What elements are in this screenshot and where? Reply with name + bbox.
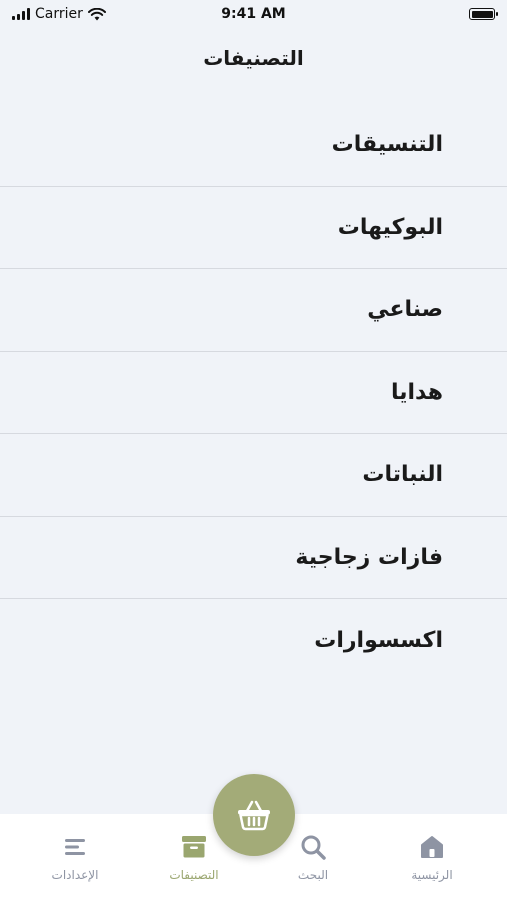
category-list: التنسيقات البوكيهات صناعي هدايا النباتات… bbox=[0, 104, 507, 682]
tab-settings-label: الإعدادات bbox=[51, 868, 99, 882]
archive-box-icon bbox=[182, 836, 206, 858]
category-item-glass-vases[interactable]: فازات زجاجية bbox=[0, 517, 507, 599]
cart-button[interactable] bbox=[213, 774, 295, 856]
carrier-label: Carrier bbox=[35, 6, 83, 22]
category-item-bouquets[interactable]: البوكيهات bbox=[0, 187, 507, 269]
tab-home-label: الرئيسية bbox=[411, 868, 453, 882]
category-item-accessories[interactable]: اكسسوارات bbox=[0, 599, 507, 682]
tab-categories-label: التصنيفات bbox=[169, 868, 219, 882]
signal-icon bbox=[12, 8, 30, 20]
screen: Carrier 9:41 AM التصنيفات التنسيقات البو… bbox=[0, 0, 507, 900]
home-icon bbox=[421, 836, 443, 858]
search-icon bbox=[301, 835, 326, 860]
category-item-artificial[interactable]: صناعي bbox=[0, 269, 507, 352]
tab-settings[interactable]: الإعدادات bbox=[20, 814, 130, 900]
status-bar: Carrier 9:41 AM bbox=[0, 0, 507, 28]
category-item-arrangements[interactable]: التنسيقات bbox=[0, 104, 507, 187]
wifi-icon bbox=[87, 7, 106, 20]
tab-search-label: البحث bbox=[297, 868, 329, 882]
menu-lines-icon bbox=[65, 839, 85, 855]
category-item-plants[interactable]: النباتات bbox=[0, 434, 507, 517]
basket-icon bbox=[238, 800, 270, 831]
page-title: التصنيفات bbox=[203, 46, 304, 70]
status-left: Carrier bbox=[12, 6, 106, 22]
battery-icon bbox=[469, 8, 498, 20]
tab-home[interactable]: الرئيسية bbox=[377, 814, 487, 900]
category-item-gifts[interactable]: هدايا bbox=[0, 352, 507, 434]
